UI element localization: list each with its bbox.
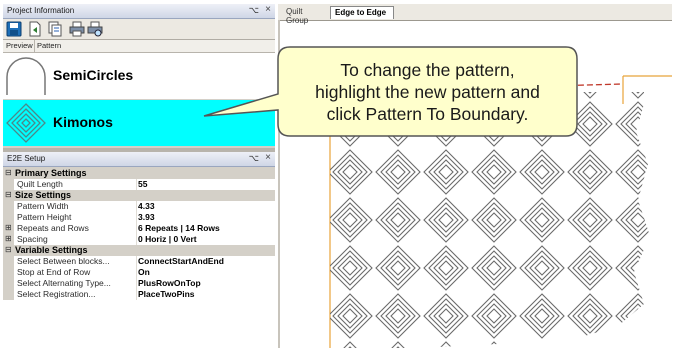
e2e-setup-title: E2E Setup [7, 154, 46, 163]
property-value[interactable]: 3.93 [138, 212, 155, 222]
property-label: Stop at End of Row [17, 267, 91, 277]
property-value[interactable]: On [138, 267, 150, 277]
property-label: Select Registration... [17, 289, 96, 299]
expand-icon[interactable]: ⊞ [5, 234, 12, 243]
property-value[interactable]: 6 Repeats | 14 Rows [138, 223, 220, 233]
callout-line: click Pattern To Boundary. [326, 103, 529, 124]
category-label: Primary Settings [15, 168, 87, 178]
semicircles-thumbnail [6, 57, 46, 95]
property-value[interactable]: 4.33 [138, 201, 155, 211]
instruction-callout: To change the pattern, highlight the new… [203, 44, 579, 139]
category-label: Size Settings [15, 190, 72, 200]
property-label: Select Between blocks... [17, 256, 110, 266]
callout-text: To change the pattern, highlight the new… [276, 44, 579, 139]
callout-line: highlight the new pattern and [315, 81, 540, 102]
property-label: Spacing [17, 234, 48, 244]
copy-document-icon[interactable] [47, 21, 63, 37]
collapse-icon[interactable]: ⊟ [5, 168, 12, 177]
print-icon[interactable] [69, 21, 85, 37]
property-row-select-registration[interactable]: Select Registration... PlaceTwoPins [3, 289, 275, 300]
save-icon[interactable] [6, 21, 22, 37]
property-row-repeats-and-rows[interactable]: ⊞ Repeats and Rows 6 Repeats | 14 Rows [3, 223, 275, 234]
property-row-pattern-width[interactable]: Pattern Width 4.33 [3, 201, 275, 212]
callout-line: To change the pattern, [340, 59, 515, 80]
property-row-select-alternating-type[interactable]: Select Alternating Type... PlusRowOnTop [3, 278, 275, 289]
pattern-column-header[interactable]: Pattern [37, 41, 61, 50]
kimonos-thumbnail [6, 103, 46, 143]
collapse-icon[interactable]: ⊟ [5, 245, 12, 254]
property-label: Select Alternating Type... [17, 278, 111, 288]
pattern-name: SemiCircles [53, 67, 134, 83]
close-icon[interactable]: × [265, 4, 271, 15]
property-value[interactable]: 55 [138, 179, 147, 189]
property-row-select-between-blocks[interactable]: Select Between blocks... ConnectStartAnd… [3, 256, 275, 267]
property-value[interactable]: PlaceTwoPins [138, 289, 195, 299]
project-info-title: Project Information [7, 6, 75, 15]
open-document-icon[interactable] [27, 21, 43, 37]
collapse-icon[interactable]: ⊟ [5, 190, 12, 199]
property-value[interactable]: PlusRowOnTop [138, 278, 201, 288]
project-toolbar [3, 19, 275, 40]
category-label: Variable Settings [15, 245, 88, 255]
property-label: Repeats and Rows [17, 223, 89, 233]
pattern-name: Kimonos [53, 114, 113, 130]
property-label: Pattern Height [17, 212, 72, 222]
property-row-stop-at-end-of-row[interactable]: Stop at End of Row On [3, 267, 275, 278]
category-size-settings[interactable]: ⊟ Size Settings [3, 190, 275, 201]
property-label: Pattern Width [17, 201, 69, 211]
property-row-spacing[interactable]: ⊞ Spacing 0 Horiz | 0 Vert [3, 234, 275, 245]
print-preview-icon[interactable] [87, 21, 103, 37]
property-grid: ⊟ Primary Settings Quilt Length 55 ⊟ Siz… [3, 168, 275, 344]
category-variable-settings[interactable]: ⊟ Variable Settings [3, 245, 275, 256]
project-info-titlebar: Project Information ⌥ × [3, 4, 275, 19]
pin-icon[interactable]: ⌥ [249, 153, 259, 164]
category-primary-settings[interactable]: ⊟ Primary Settings [3, 168, 275, 179]
preview-column-header[interactable]: Preview [6, 41, 33, 50]
close-icon[interactable]: × [265, 152, 271, 163]
property-row-quilt-length[interactable]: Quilt Length 55 [3, 179, 275, 190]
expand-icon[interactable]: ⊞ [5, 223, 12, 232]
e2e-setup-titlebar: E2E Setup ⌥ × [3, 152, 275, 167]
property-row-pattern-height[interactable]: Pattern Height 3.93 [3, 212, 275, 223]
property-value[interactable]: ConnectStartAndEnd [138, 256, 224, 266]
pin-icon[interactable]: ⌥ [249, 5, 259, 16]
property-value[interactable]: 0 Horiz | 0 Vert [138, 234, 197, 244]
property-label: Quilt Length [17, 179, 63, 189]
